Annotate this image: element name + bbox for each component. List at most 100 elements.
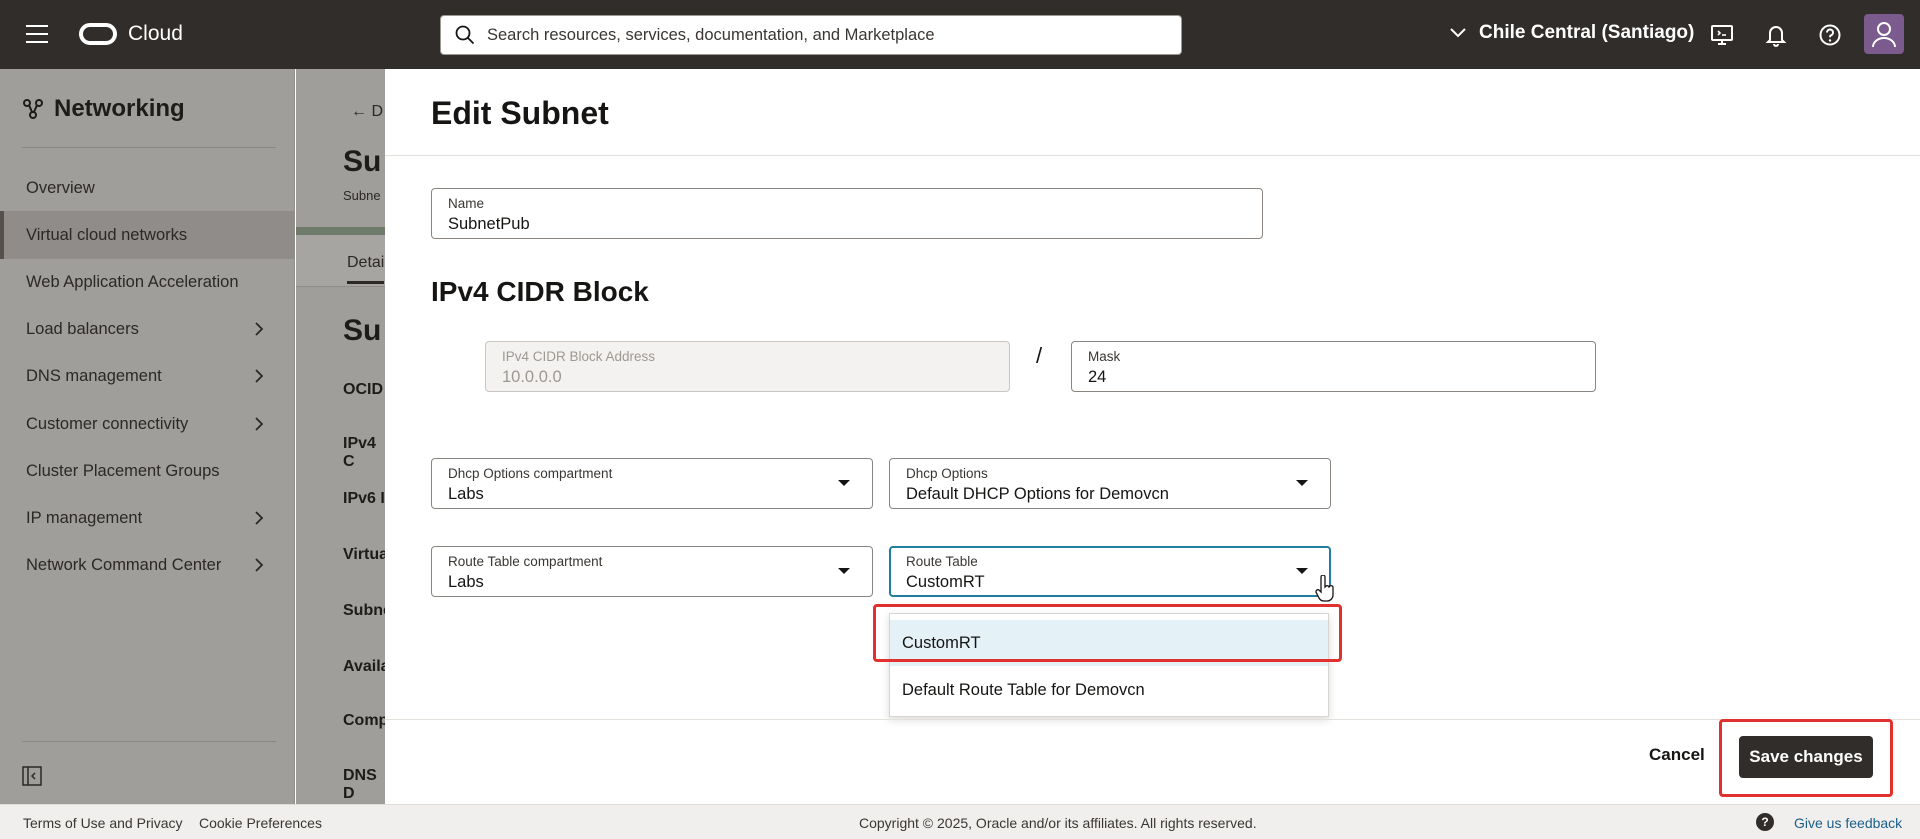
dhcp-compartment-label: Dhcp Options compartment (448, 466, 613, 481)
top-navigation-bar: Cloud Search resources, services, docume… (0, 0, 1920, 69)
caret-down-icon (1296, 480, 1308, 486)
terms-link[interactable]: Terms of Use and Privacy (23, 815, 183, 831)
route-compartment-value: Labs (448, 573, 484, 591)
route-compartment-select[interactable]: Route Table compartment Labs (431, 546, 873, 597)
copyright-text: Copyright © 2025, Oracle and/or its affi… (859, 815, 1257, 831)
chevron-right-icon (255, 558, 264, 572)
highlight-save-button (1719, 719, 1893, 797)
caret-down-icon (838, 568, 850, 574)
detail-label: IPv4 C (343, 435, 376, 470)
sidebar-item-dns-management[interactable]: DNS management (0, 352, 295, 400)
panel-divider (385, 155, 1920, 156)
sidebar-item-label: Virtual cloud networks (26, 225, 188, 244)
sidebar-item-ip-management[interactable]: IP management (0, 494, 295, 542)
sidebar-item-overview[interactable]: Overview (0, 164, 295, 212)
dhcp-options-value: Default DHCP Options for Demovcn (906, 485, 1169, 503)
cidr-slash: / (1036, 343, 1043, 368)
mask-label: Mask (1088, 349, 1121, 364)
route-table-select[interactable]: Route Table CustomRT (889, 546, 1331, 597)
route-compartment-label: Route Table compartment (448, 554, 603, 569)
sidebar-item-label: Network Command Center (26, 555, 222, 574)
networking-sidebar: Networking Overview Virtual cloud networ… (0, 69, 295, 804)
detail-label: IPv6 I (343, 490, 385, 507)
oracle-logo-icon[interactable] (79, 23, 117, 45)
sidebar-item-label: Customer connectivity (26, 414, 189, 433)
sidebar-item-label: Web Application Acceleration (26, 272, 239, 291)
footer-divider (385, 719, 1920, 720)
chevron-down-icon (1450, 28, 1466, 38)
chevron-right-icon (255, 417, 264, 431)
highlight-customrt-option (873, 604, 1342, 662)
detail-label: Subne (343, 602, 386, 619)
caret-down-icon (1296, 568, 1308, 574)
sidebar-item-web-application-acceleration[interactable]: Web Application Acceleration (0, 258, 295, 306)
panel-title: Edit Subnet (431, 95, 609, 131)
help-icon[interactable]: ? (1756, 813, 1774, 831)
sidebar-item-label: DNS management (26, 366, 162, 385)
sidebar-item-network-command-center[interactable]: Network Command Center (0, 541, 295, 589)
region-label: Chile Central (Santiago) (1479, 22, 1695, 43)
networking-icon (23, 99, 43, 119)
mask-value: 24 (1088, 368, 1107, 386)
search-icon (455, 25, 475, 45)
caret-down-icon (838, 480, 850, 486)
cloud-shell-icon[interactable] (1709, 22, 1735, 48)
feedback-link[interactable]: Give us feedback (1794, 815, 1902, 831)
sidebar-divider (22, 147, 276, 148)
detail-label: Availa (343, 658, 386, 675)
chevron-right-icon (255, 511, 264, 525)
back-link-label: D (371, 103, 384, 120)
sidebar-item-load-balancers[interactable]: Load balancers (0, 305, 295, 353)
search-input[interactable]: Search resources, services, documentatio… (440, 15, 1182, 55)
sidebar-title: Networking (22, 95, 185, 123)
section-title: Su (343, 314, 382, 347)
route-table-value: CustomRT (906, 573, 985, 591)
search-placeholder: Search resources, services, documentatio… (487, 25, 935, 44)
cidr-section-heading: IPv4 CIDR Block (431, 276, 649, 307)
collapse-sidebar-icon[interactable] (22, 766, 42, 786)
sidebar-item-customer-connectivity[interactable]: Customer connectivity (0, 400, 295, 448)
route-table-label: Route Table (906, 554, 978, 569)
sidebar-item-virtual-cloud-networks[interactable]: Virtual cloud networks (0, 211, 295, 259)
tab-details[interactable]: Detai (347, 254, 385, 284)
help-icon[interactable] (1817, 22, 1843, 48)
background-subnet-page: ← D Su Subne Detai Su OCID IPv4 C IPv6 I… (296, 69, 386, 804)
detail-label: OCID (343, 381, 383, 398)
page-title: Su (343, 145, 382, 178)
name-field[interactable]: Name SubnetPub (431, 188, 1263, 239)
detail-label: Comp (343, 712, 386, 729)
dhcp-compartment-select[interactable]: Dhcp Options compartment Labs (431, 458, 873, 509)
bell-icon[interactable] (1763, 22, 1789, 48)
cancel-button[interactable]: Cancel (1649, 745, 1705, 765)
detail-label: DNS D (343, 767, 377, 802)
dhcp-options-select[interactable]: Dhcp Options Default DHCP Options for De… (889, 458, 1331, 509)
region-selector[interactable]: Chile Central (Santiago) (1449, 22, 1694, 44)
footer-bar: Terms of Use and Privacy Cookie Preferen… (0, 804, 1920, 839)
banner-strip (296, 227, 386, 235)
menu-icon[interactable] (26, 25, 48, 43)
page-subtitle: Subne (343, 188, 381, 203)
name-field-label: Name (448, 196, 485, 211)
detail-label: Virtua (343, 546, 386, 563)
logo-text[interactable]: Cloud (128, 22, 183, 46)
route-option-default[interactable]: Default Route Table for Demovcn (890, 667, 1328, 713)
sidebar-item-label: IP management (26, 508, 143, 527)
dhcp-compartment-value: Labs (448, 485, 484, 503)
chevron-right-icon (255, 369, 264, 383)
sidebar-item-cluster-placement-groups[interactable]: Cluster Placement Groups (0, 447, 295, 495)
sidebar-item-label: Load balancers (26, 319, 139, 338)
user-avatar-icon[interactable] (1864, 14, 1904, 54)
cidr-address-label: IPv4 CIDR Block Address (502, 349, 656, 364)
hand-cursor-icon (1315, 575, 1334, 602)
sidebar-item-label: Cluster Placement Groups (26, 461, 220, 480)
back-link[interactable]: ← D (351, 103, 383, 121)
sidebar-title-label: Networking (54, 95, 185, 122)
name-field-value: SubnetPub (448, 215, 530, 233)
edit-subnet-panel: Edit Subnet Name SubnetPub IPv4 CIDR Blo… (385, 69, 1920, 804)
sidebar-item-label: Overview (26, 178, 95, 197)
mask-field[interactable]: Mask 24 (1071, 341, 1596, 392)
tab-bar: Detai (296, 235, 386, 287)
sidebar-divider (22, 741, 276, 742)
chevron-right-icon (255, 322, 264, 336)
cookie-preferences-link[interactable]: Cookie Preferences (199, 815, 322, 831)
